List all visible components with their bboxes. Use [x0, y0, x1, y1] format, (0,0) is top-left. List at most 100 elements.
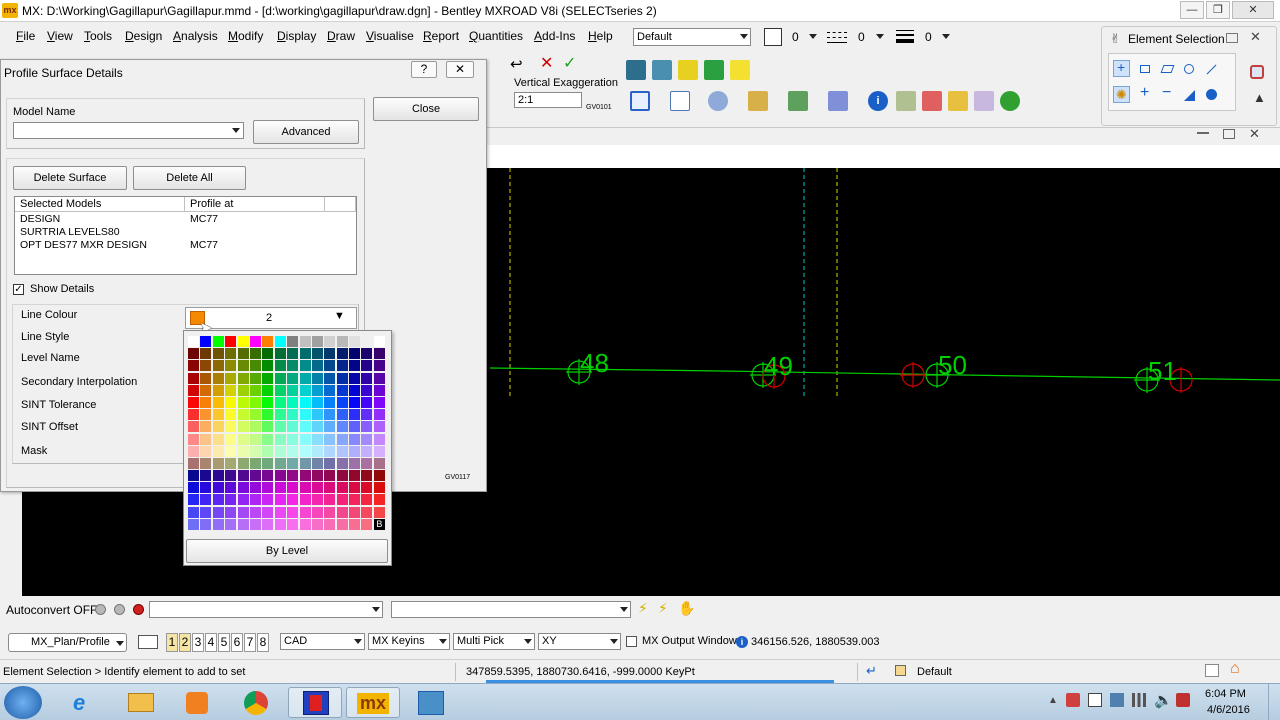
palette-swatch[interactable] — [336, 384, 348, 396]
render-icon[interactable] — [1000, 91, 1020, 111]
network-icon[interactable] — [1132, 693, 1146, 707]
lock-icon[interactable] — [895, 665, 906, 676]
palette-swatch[interactable] — [349, 433, 361, 445]
palette-swatch[interactable] — [274, 348, 286, 360]
palette-swatch[interactable] — [200, 470, 212, 482]
palette-swatch[interactable] — [262, 482, 274, 494]
palette-swatch[interactable] — [237, 336, 249, 347]
menu-tools[interactable]: Tools — [84, 29, 112, 43]
close-panel-icon[interactable]: ✕ — [1250, 29, 1261, 45]
layers-icon[interactable] — [788, 91, 808, 111]
palette-swatch[interactable] — [225, 409, 237, 421]
line-style-icon[interactable] — [827, 30, 847, 44]
palette-swatch[interactable] — [200, 518, 212, 530]
palette-swatch[interactable] — [262, 457, 274, 469]
menu-quantities[interactable]: Quantities — [469, 29, 523, 43]
palette-swatch[interactable] — [311, 470, 323, 482]
style-dropdown-icon[interactable] — [876, 34, 884, 39]
palette-swatch[interactable] — [225, 470, 237, 482]
menu-view[interactable]: View — [47, 29, 73, 43]
palette-swatch[interactable] — [373, 470, 385, 482]
mx-app-taskbar-button[interactable] — [288, 687, 342, 718]
palette-swatch[interactable] — [249, 409, 261, 421]
palette-swatch[interactable] — [249, 482, 261, 494]
palette-swatch[interactable] — [311, 409, 323, 421]
palette-swatch[interactable] — [188, 445, 199, 457]
palette-swatch[interactable] — [361, 396, 373, 408]
close-window-button[interactable]: ✕ — [1232, 1, 1274, 19]
edit-icon[interactable] — [922, 91, 942, 111]
palette-swatch[interactable] — [324, 336, 336, 347]
palette-swatch[interactable] — [311, 494, 323, 506]
palette-swatch[interactable] — [237, 396, 249, 408]
xy-select[interactable]: XY — [538, 633, 621, 650]
palette-swatch[interactable] — [361, 360, 373, 372]
palette-swatch[interactable] — [349, 360, 361, 372]
palette-swatch[interactable] — [324, 470, 336, 482]
palette-swatch[interactable] — [237, 457, 249, 469]
view-8-button[interactable]: 8 — [257, 633, 269, 652]
palette-swatch[interactable] — [373, 372, 385, 384]
palette-swatch[interactable] — [200, 445, 212, 457]
palette-swatch[interactable] — [225, 433, 237, 445]
palette-swatch[interactable] — [336, 433, 348, 445]
minimize-button[interactable]: — — [1180, 1, 1204, 19]
palette-swatch[interactable] — [287, 372, 299, 384]
palette-swatch[interactable] — [274, 457, 286, 469]
color-palette-popup[interactable]: B By Level — [183, 330, 392, 566]
palette-swatch[interactable] — [311, 445, 323, 457]
cancel-icon[interactable]: ✕ — [540, 53, 553, 73]
palette-swatch[interactable] — [336, 372, 348, 384]
palette-swatch[interactable] — [262, 372, 274, 384]
media-player-taskbar-button[interactable] — [170, 687, 224, 718]
undo-icon[interactable]: ↩ — [510, 55, 523, 73]
profile-tools-icon[interactable] — [678, 60, 698, 80]
shape-select-icon[interactable] — [1158, 60, 1175, 77]
palette-swatch[interactable] — [373, 409, 385, 421]
delete-all-button[interactable]: Delete All — [133, 166, 246, 190]
palette-swatch[interactable] — [200, 360, 212, 372]
palette-swatch[interactable] — [361, 482, 373, 494]
palette-swatch[interactable] — [225, 457, 237, 469]
disabled-icon[interactable] — [95, 604, 106, 615]
window-icon[interactable] — [1205, 664, 1219, 677]
profile-fly-icon[interactable] — [704, 60, 724, 80]
palette-swatch[interactable] — [188, 470, 199, 482]
palette-swatch[interactable] — [237, 518, 249, 530]
palette-swatch[interactable] — [200, 457, 212, 469]
palette-swatch[interactable] — [212, 470, 224, 482]
internet-explorer-taskbar-button[interactable]: e — [57, 687, 111, 718]
palette-swatch[interactable] — [373, 506, 385, 518]
palette-swatch[interactable] — [262, 384, 274, 396]
palette-swatch[interactable] — [349, 506, 361, 518]
palette-swatch[interactable] — [188, 360, 199, 372]
clear-selection-icon[interactable] — [1248, 63, 1265, 80]
palette-swatch[interactable] — [361, 421, 373, 433]
palette-swatch[interactable] — [324, 409, 336, 421]
document-icon[interactable] — [670, 91, 690, 111]
palette-swatch[interactable] — [361, 384, 373, 396]
palette-swatch[interactable] — [324, 384, 336, 396]
palette-swatch[interactable] — [274, 421, 286, 433]
palette-swatch[interactable] — [287, 396, 299, 408]
palette-swatch[interactable] — [274, 470, 286, 482]
palette-swatch[interactable] — [336, 445, 348, 457]
model-select[interactable]: MX_Plan/Profile — [8, 633, 127, 652]
palette-swatch[interactable] — [188, 433, 199, 445]
palette-swatch[interactable] — [200, 396, 212, 408]
palette-swatch[interactable] — [311, 421, 323, 433]
palette-swatch[interactable] — [237, 421, 249, 433]
palette-swatch[interactable] — [200, 336, 212, 347]
palette-swatch[interactable] — [373, 421, 385, 433]
palette-swatch[interactable] — [188, 421, 199, 433]
line-select-icon[interactable] — [1202, 60, 1219, 77]
palette-swatch[interactable] — [188, 348, 199, 360]
view-7-button[interactable]: 7 — [244, 633, 256, 652]
cad-select[interactable]: CAD — [280, 633, 365, 650]
show-details-checkbox[interactable]: ✓ — [13, 284, 24, 295]
snap-multi-icon[interactable]: ⚡ — [658, 600, 668, 617]
palette-swatch[interactable] — [262, 348, 274, 360]
menu-modify[interactable]: Modify — [228, 29, 263, 43]
palette-swatch[interactable] — [324, 457, 336, 469]
palette-swatch[interactable] — [324, 360, 336, 372]
